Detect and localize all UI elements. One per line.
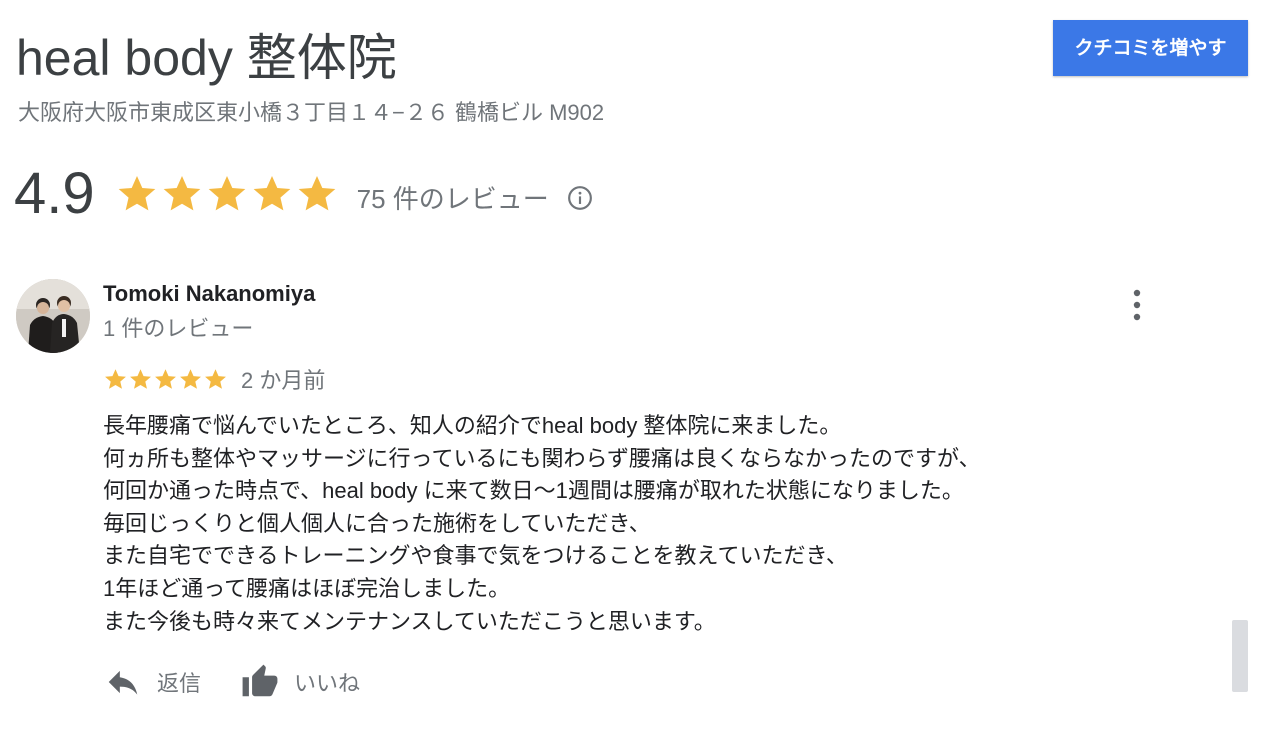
reviews-panel: heal body 整体院 大阪府大阪市東成区東小橋３丁目１４−２６ 鶴橋ビル …	[0, 0, 1281, 735]
rating-summary: 4.9 75 件のレビュー	[14, 158, 593, 230]
reviewer-review-count: 1 件のレビュー	[103, 316, 254, 341]
rating-value: 4.9	[14, 161, 95, 226]
thumbs-up-icon	[242, 664, 278, 697]
review-text-line: また今後も時々来てメンテナンスしていただこうと思います。	[103, 608, 716, 634]
rating-stars	[115, 172, 340, 216]
star-icon	[180, 368, 201, 389]
star-icon	[163, 176, 200, 211]
more-vert-icon[interactable]	[1124, 288, 1150, 322]
review-actions: 返信 いいね	[104, 660, 360, 704]
reply-icon	[108, 670, 138, 695]
info-icon[interactable]	[567, 185, 593, 211]
review-text-line: 長年腰痛で悩んでいたところ、知人の紹介でheal body 整体院に来ました。	[103, 413, 842, 438]
review-body: 長年腰痛で悩んでいたところ、知人の紹介でheal body 整体院に来ました。 …	[103, 410, 981, 638]
reply-label: 返信	[157, 671, 202, 696]
review-date: 2 か月前	[241, 368, 326, 393]
star-icon	[155, 368, 176, 389]
add-review-button[interactable]: クチコミを増やす	[1053, 20, 1248, 76]
scrollbar-thumb[interactable]	[1232, 620, 1248, 692]
review-stars	[103, 367, 228, 392]
star-icon	[118, 176, 155, 211]
star-icon	[130, 368, 151, 389]
reply-button[interactable]: 返信	[104, 663, 201, 701]
star-icon	[298, 176, 335, 211]
review-count[interactable]: 75 件のレビュー	[357, 179, 549, 216]
avatar-photo-image	[16, 279, 90, 353]
review-text-line: 何回か通った時点で、heal body に来て数日〜1週間は腰痛が取れた状態にな…	[103, 478, 964, 504]
star-icon	[208, 176, 245, 211]
review-text-line: また自宅でできるトレーニングや食事で気をつけることを教えていただき、	[103, 543, 848, 569]
review-text-line: 何ヵ所も整体やマッサージに行っているにも関わらず腰痛は良くならなかったのですが、	[103, 445, 981, 471]
avatar[interactable]	[16, 279, 90, 353]
like-button[interactable]: いいね	[241, 663, 360, 701]
review-text-line: 1年ほど通って腰痛はほぼ完治しました。	[103, 575, 511, 601]
star-icon	[253, 176, 290, 211]
reviewer-name[interactable]: Tomoki Nakanomiya	[103, 280, 315, 308]
business-name: heal body 整体院	[16, 30, 397, 86]
like-label: いいね	[294, 671, 361, 696]
star-icon	[105, 368, 126, 389]
star-icon	[205, 368, 226, 389]
review-rating: 2 か月前	[103, 364, 325, 394]
review-text-line: 毎回じっくりと個人個人に合った施術をしていただき、	[103, 510, 651, 536]
business-address: 大阪府大阪市東成区東小橋３丁目１４−２６ 鶴橋ビル M902	[18, 100, 605, 125]
